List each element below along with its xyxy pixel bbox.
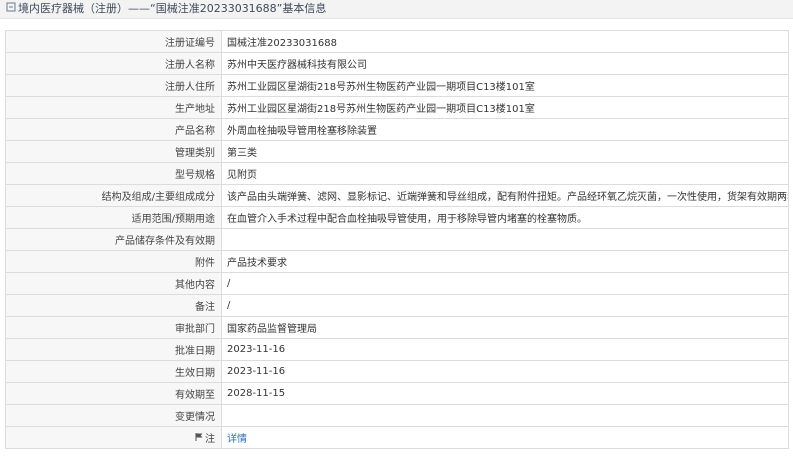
row-value: 苏州中天医疗器械科技有限公司 bbox=[221, 52, 789, 75]
row-label: 管理类别 bbox=[5, 140, 222, 163]
row-label: 生效日期 bbox=[5, 360, 222, 383]
page-header: 境内医疗器械（注册）——“国械注准20233031688”基本信息 bbox=[0, 0, 793, 19]
row-label: 产品储存条件及有效期 bbox=[5, 228, 222, 251]
row-value bbox=[221, 404, 789, 427]
row-value: 在血管介入手术过程中配合血栓抽吸导管使用，用于移除导管内堵塞的栓塞物质。 bbox=[221, 206, 789, 229]
row-value bbox=[221, 228, 789, 251]
row-label: 附件 bbox=[5, 250, 222, 273]
table-row: 生效日期 2023-11-16 bbox=[5, 360, 789, 383]
row-value: 产品技术要求 bbox=[221, 250, 789, 273]
table-row: 适用范围/预期用途 在血管介入手术过程中配合血栓抽吸导管使用，用于移除导管内堵塞的… bbox=[5, 206, 789, 229]
row-value: 第三类 bbox=[221, 140, 789, 163]
row-label: 备注 bbox=[5, 294, 222, 317]
table-row: 产品储存条件及有效期 bbox=[5, 228, 789, 251]
table-row: 生产地址 苏州工业园区星湖街218号苏州生物医药产业园一期项目C13楼101室 bbox=[5, 96, 789, 119]
table-row: 注册人住所 苏州工业园区星湖街218号苏州生物医药产业园一期项目C13楼101室 bbox=[5, 74, 789, 97]
table-row: 注册证编号 国械注准20233031688 bbox=[5, 30, 789, 53]
row-label: 审批部门 bbox=[5, 316, 222, 339]
row-value: 外周血栓抽吸导管用栓塞移除装置 bbox=[221, 118, 789, 141]
table-row: 批准日期 2023-11-16 bbox=[5, 338, 789, 361]
row-label: 注册证编号 bbox=[5, 30, 222, 53]
row-value: 国械注准20233031688 bbox=[221, 30, 789, 53]
table-row: 有效期至 2028-11-15 bbox=[5, 382, 789, 405]
row-label-note: 注 bbox=[5, 426, 222, 449]
row-value: 2028-11-15 bbox=[221, 382, 789, 405]
row-value: 见附页 bbox=[221, 162, 789, 185]
details-link[interactable]: 详情 bbox=[227, 434, 247, 445]
row-label: 有效期至 bbox=[5, 382, 222, 405]
row-label: 生产地址 bbox=[5, 96, 222, 119]
row-value: / bbox=[221, 294, 789, 317]
row-value: / bbox=[221, 272, 789, 295]
table-row: 注册人名称 苏州中天医疗器械科技有限公司 bbox=[5, 52, 789, 75]
row-value: 苏州工业园区星湖街218号苏州生物医药产业园一期项目C13楼101室 bbox=[221, 96, 789, 119]
table-row: 管理类别 第三类 bbox=[5, 140, 789, 163]
table-row: 审批部门 国家药品监督管理局 bbox=[5, 316, 789, 339]
page-title: 境内医疗器械（注册）——“国械注准20233031688”基本信息 bbox=[18, 2, 327, 15]
row-label: 注册人名称 bbox=[5, 52, 222, 75]
table-row-note: 注 详情 bbox=[5, 426, 789, 449]
row-label: 变更情况 bbox=[5, 404, 222, 427]
table-row: 变更情况 bbox=[5, 404, 789, 427]
row-label: 批准日期 bbox=[5, 338, 222, 361]
detail-table-container: 注册证编号 国械注准20233031688 注册人名称 苏州中天医疗器械科技有限公司注… bbox=[5, 30, 789, 449]
table-row: 结构及组成/主要组成成分 该产品由头端弹簧、滤网、显影标记、近端弹簧和导丝组成，配… bbox=[5, 184, 789, 207]
row-value: 苏州工业园区星湖街218号苏州生物医药产业园一期项目C13楼101室 bbox=[221, 74, 789, 97]
row-label: 其他内容 bbox=[5, 272, 222, 295]
row-value: 2023-11-16 bbox=[221, 360, 789, 383]
table-row: 其他内容 / bbox=[5, 272, 789, 295]
back-icon[interactable] bbox=[6, 0, 16, 18]
table-row: 产品名称 外周血栓抽吸导管用栓塞移除装置 bbox=[5, 118, 789, 141]
row-label: 结构及组成/主要组成成分 bbox=[5, 184, 222, 207]
row-value: 国家药品监督管理局 bbox=[221, 316, 789, 339]
row-label: 注册人住所 bbox=[5, 74, 222, 97]
row-label: 产品名称 bbox=[5, 118, 222, 141]
table-row: 附件 产品技术要求 bbox=[5, 250, 789, 273]
detail-table: 注册证编号 国械注准20233031688 注册人名称 苏州中天医疗器械科技有限公司注… bbox=[5, 30, 789, 449]
row-value: 2023-11-16 bbox=[221, 338, 789, 361]
table-row: 备注 / bbox=[5, 294, 789, 317]
flag-icon bbox=[195, 432, 204, 445]
row-label: 适用范围/预期用途 bbox=[5, 206, 222, 229]
table-row: 型号规格 见附页 bbox=[5, 162, 789, 185]
row-value: 该产品由头端弹簧、滤网、显影标记、近端弹簧和导丝组成，配有附件扭矩。产品经环氧乙… bbox=[221, 184, 789, 207]
row-label: 型号规格 bbox=[5, 162, 222, 185]
row-value-note: 详情 bbox=[221, 426, 789, 449]
